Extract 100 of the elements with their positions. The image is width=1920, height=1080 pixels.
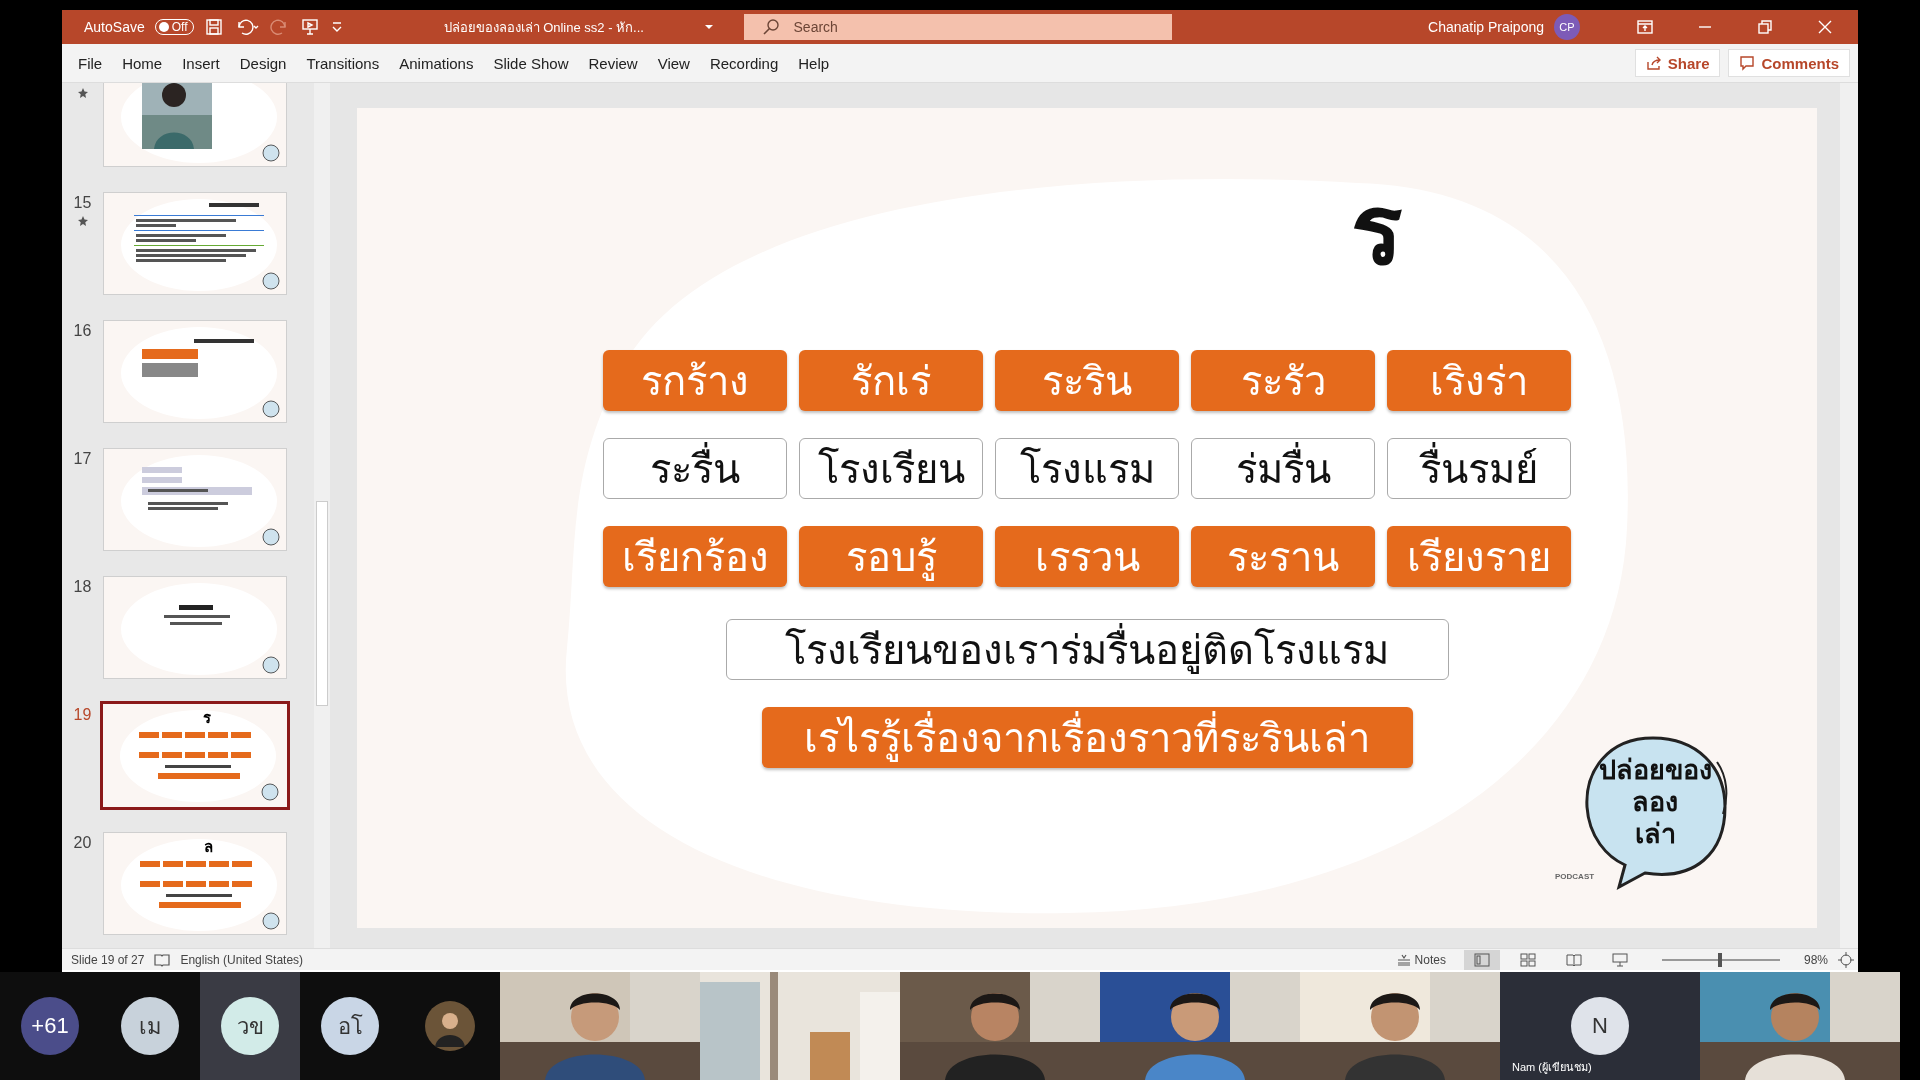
zoom-slider-thumb[interactable] bbox=[1717, 952, 1722, 967]
participant-avatar: +61 bbox=[21, 997, 79, 1055]
ribbon-tab[interactable]: Help bbox=[788, 48, 840, 78]
sentence-box: โรงเรียนของเราร่มรื่นอยู่ติดโรงแรม bbox=[725, 619, 1449, 680]
logo-icon bbox=[262, 528, 280, 546]
word-box: รกร้าง bbox=[603, 350, 787, 411]
logo-icon bbox=[262, 272, 280, 290]
word-box: เรรวน bbox=[995, 526, 1179, 587]
slide-thumbnail[interactable] bbox=[103, 448, 287, 551]
normal-view-icon bbox=[1473, 952, 1490, 967]
participant-tile[interactable]: เม bbox=[100, 972, 200, 1080]
slide-counter: Slide 19 of 27 bbox=[71, 952, 145, 967]
participant-avatar: วข bbox=[221, 997, 279, 1055]
ribbon-tab[interactable]: Animations bbox=[389, 48, 484, 78]
slide-thumbnail[interactable] bbox=[103, 576, 287, 679]
ribbon-tab[interactable]: Recording bbox=[699, 48, 789, 78]
slide-number: 19 bbox=[73, 706, 92, 724]
word-box: ระรื่น bbox=[603, 438, 787, 499]
notes-icon bbox=[1396, 953, 1411, 966]
slide-heading: ร bbox=[203, 708, 211, 728]
word-box: เรียงราย bbox=[1387, 526, 1571, 587]
slide-number: 15 bbox=[73, 194, 92, 212]
restore-icon[interactable] bbox=[1757, 19, 1773, 35]
slide-thumbnail[interactable] bbox=[103, 192, 287, 295]
book-icon[interactable] bbox=[154, 952, 171, 967]
ribbon-tab[interactable]: Slide Show bbox=[483, 48, 579, 78]
slide-thumbnail[interactable] bbox=[103, 320, 287, 423]
word-box: เริงร่า bbox=[1387, 350, 1571, 411]
slide-heading: ล bbox=[204, 837, 213, 857]
slideshow-icon bbox=[1611, 952, 1628, 967]
word-box: รักเร่ bbox=[799, 350, 983, 411]
logo-icon bbox=[262, 400, 280, 418]
scrollbar-thumb[interactable] bbox=[316, 501, 328, 706]
slide-thumbnail[interactable] bbox=[103, 83, 287, 167]
share-icon bbox=[1645, 55, 1662, 71]
word-box: เรียกร้อง bbox=[603, 526, 787, 587]
ribbon-tab[interactable]: View bbox=[647, 48, 700, 78]
slide-heading: ร bbox=[1351, 175, 1403, 285]
participant-avatar: เม bbox=[121, 997, 179, 1055]
word-box: ระรัว bbox=[1191, 350, 1375, 411]
presentation-icon[interactable] bbox=[299, 17, 320, 37]
star-icon bbox=[77, 216, 88, 226]
slide-number: 17 bbox=[73, 450, 92, 468]
scrollbar[interactable] bbox=[1840, 83, 1858, 948]
participant-tile[interactable] bbox=[400, 972, 500, 1080]
slide-number: 20 bbox=[73, 834, 92, 852]
logo-icon bbox=[262, 912, 280, 930]
slide-number: 18 bbox=[73, 578, 92, 596]
word-box: ร่มรื่น bbox=[1191, 438, 1375, 499]
slide-sorter-icon bbox=[1519, 952, 1536, 967]
reading-view-icon bbox=[1565, 952, 1582, 967]
user-name: Chanatip Praipong bbox=[1428, 19, 1544, 35]
participant-tile[interactable]: วข bbox=[200, 972, 300, 1080]
logo-icon bbox=[262, 144, 280, 162]
logo-icon bbox=[262, 656, 280, 674]
notes-button[interactable]: Notes bbox=[1388, 952, 1454, 967]
language-label: English (United States) bbox=[180, 952, 304, 967]
ribbon-tab[interactable]: File bbox=[68, 48, 113, 78]
brand-text: PODCAST bbox=[1555, 872, 1595, 881]
word-box: โรงเรียน bbox=[799, 438, 983, 499]
ribbon-tab[interactable]: Design bbox=[229, 48, 297, 78]
comments-button[interactable]: Comments bbox=[1728, 49, 1850, 77]
fit-to-window-icon[interactable] bbox=[1838, 951, 1854, 968]
slide-thumbnail[interactable]: ล bbox=[103, 832, 287, 935]
document-title: ปล่อยของลองเล่า Online ss2 - หัก... bbox=[443, 18, 645, 37]
caret-icon[interactable] bbox=[703, 23, 714, 31]
ribbon-tab[interactable]: Review bbox=[578, 48, 648, 78]
comment-icon bbox=[1739, 55, 1756, 71]
star-icon bbox=[77, 88, 88, 98]
slide-number: 16 bbox=[73, 322, 92, 340]
word-box: โรงแรม bbox=[995, 438, 1179, 499]
scrollbar[interactable] bbox=[314, 83, 330, 948]
participant-name: Nam (ผู้เขียนชม) bbox=[1512, 1060, 1592, 1076]
logo-text: ปล่อยของ ลอง เล่า bbox=[1597, 754, 1713, 850]
slide-thumbnail[interactable]: ร bbox=[100, 701, 290, 810]
save-icon[interactable] bbox=[203, 17, 224, 37]
logo-icon bbox=[261, 783, 279, 801]
autosave-label: AutoSave bbox=[84, 19, 145, 35]
participant-avatar: อโ bbox=[321, 997, 379, 1055]
participant-tile[interactable]: อโ bbox=[300, 972, 400, 1080]
view-button[interactable] bbox=[1463, 949, 1500, 970]
ribbon-tab[interactable]: Home bbox=[112, 48, 173, 78]
word-box: ระราน bbox=[1191, 526, 1375, 587]
sentence-box: เรไรรู้เรื่องจากเรื่องราวที่ระรินเล่า bbox=[761, 707, 1413, 768]
participant-avatar: N bbox=[1571, 997, 1629, 1055]
ribbon-tab[interactable]: Transitions bbox=[296, 48, 390, 78]
word-box: รื่นรมย์ bbox=[1387, 438, 1571, 499]
share-button[interactable]: Share bbox=[1634, 49, 1721, 77]
ribbon-display-icon[interactable] bbox=[1637, 19, 1653, 35]
participant-tile[interactable]: N Nam (ผู้เขียนชม) bbox=[1500, 972, 1700, 1080]
search-icon bbox=[761, 18, 780, 36]
word-box: รอบรู้ bbox=[799, 526, 983, 587]
close-icon[interactable] bbox=[1817, 19, 1833, 35]
autosave-toggle[interactable]: Off bbox=[154, 19, 194, 35]
ribbon-tab[interactable]: Insert bbox=[172, 48, 230, 78]
participant-tile[interactable]: +61 bbox=[0, 972, 100, 1080]
slide-content-drawing bbox=[164, 605, 230, 625]
search-field[interactable]: Search bbox=[743, 14, 1172, 40]
word-box: ระริน bbox=[995, 350, 1179, 411]
user-avatar[interactable]: CP bbox=[1554, 14, 1580, 40]
